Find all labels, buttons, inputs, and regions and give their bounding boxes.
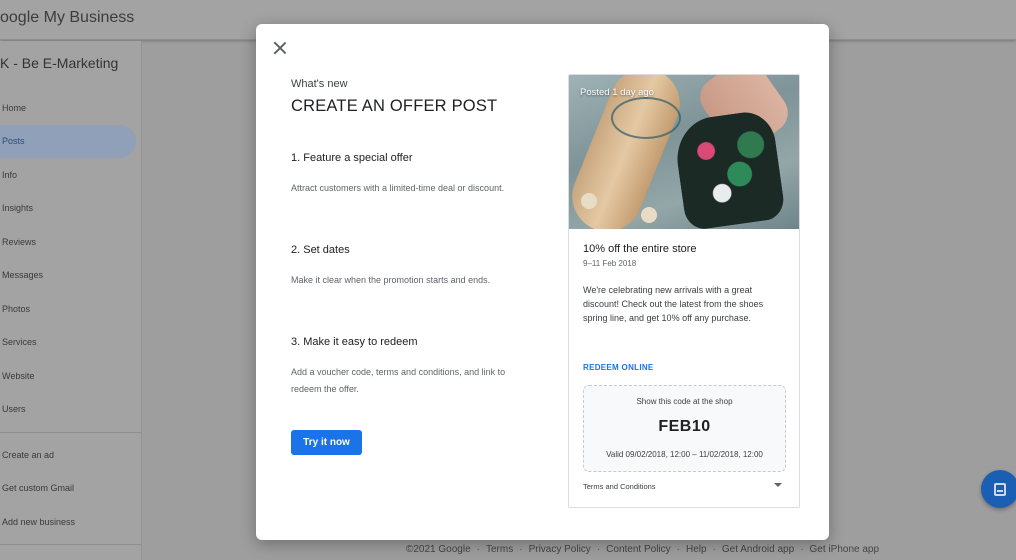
offer-preview-card: Posted 1 day ago 10% off the entire stor…	[568, 74, 800, 508]
sidebar-item-add-business[interactable]: Add new business	[0, 505, 136, 539]
step-2-description: Make it clear when the promotion starts …	[291, 275, 491, 285]
sidebar-item-create-ad[interactable]: Create an ad	[0, 438, 136, 472]
voucher-code-box: Show this code at the shop FEB10 Valid 0…	[583, 385, 786, 472]
sidebar-nav: Home Posts Info Insights Reviews Message…	[0, 91, 142, 426]
sidebar: K - Be E-Marketing Home Posts Info Insig…	[0, 41, 142, 560]
sidebar-item-users[interactable]: Users	[0, 393, 136, 427]
try-it-now-button[interactable]: Try it now	[291, 430, 362, 455]
voucher-code-label: Show this code at the shop	[636, 397, 733, 406]
footer-link-android[interactable]: Get Android app	[722, 544, 794, 555]
close-icon[interactable]	[273, 41, 287, 55]
offer-title: 10% off the entire store	[583, 243, 697, 255]
footer-separator: ·	[596, 544, 601, 555]
dialog-title: CREATE AN OFFER POST	[291, 97, 498, 115]
sidebar-item-insights[interactable]: Insights	[0, 192, 136, 226]
sidebar-item-info[interactable]: Info	[0, 158, 136, 192]
sidebar-item-services[interactable]: Services	[0, 326, 136, 360]
footer-link-help[interactable]: Help	[686, 544, 707, 555]
sidebar-item-photos[interactable]: Photos	[0, 292, 136, 326]
step-3-title: 3. Make it easy to redeem	[291, 336, 418, 348]
voucher-validity: Valid 09/02/2018, 12:00 – 11/02/2018, 12…	[606, 450, 763, 459]
sidebar-item-reviews[interactable]: Reviews	[0, 225, 136, 259]
sidebar-item-posts[interactable]: Posts	[0, 124, 136, 158]
voucher-code: FEB10	[658, 418, 711, 435]
sidebar-divider	[0, 544, 142, 545]
footer-separator: ·	[476, 544, 480, 555]
sidebar-secondary-nav: Create an ad Get custom Gmail Add new bu…	[0, 438, 142, 539]
footer-copyright: ©2021 Google	[406, 544, 471, 555]
wheel-graphic	[641, 207, 657, 223]
page-footer: ©2021 Google · Terms · Privacy Policy · …	[406, 544, 879, 555]
wheel-graphic	[581, 193, 597, 209]
step-2-title: 2. Set dates	[291, 244, 350, 256]
sidebar-item-custom-gmail[interactable]: Get custom Gmail	[0, 472, 136, 506]
footer-separator: ·	[712, 544, 716, 555]
posted-time: Posted 1 day ago	[580, 87, 654, 98]
sidebar-item-website[interactable]: Website	[0, 359, 136, 393]
step-1-title: 1. Feature a special offer	[291, 152, 413, 164]
footer-link-iphone[interactable]: Get iPhone app	[810, 544, 880, 555]
footer-link-content-policy[interactable]: Content Policy	[606, 544, 670, 555]
step-3-description: Add a voucher code, terms and conditions…	[291, 367, 506, 394]
footer-separator: ·	[800, 544, 804, 555]
redeem-online-link[interactable]: REDEEM ONLINE	[583, 363, 654, 372]
step-1-description: Attract customers with a limited-time de…	[291, 183, 505, 193]
business-name: K - Be E-Marketing	[0, 55, 119, 71]
sidebar-item-messages[interactable]: Messages	[0, 259, 136, 293]
offer-image: Posted 1 day ago	[569, 75, 799, 229]
dialog-eyebrow: What's new	[291, 78, 348, 90]
footer-link-privacy[interactable]: Privacy Policy	[529, 544, 591, 555]
whats-new-dialog: What's new CREATE AN OFFER POST 1. Featu…	[256, 24, 829, 540]
chevron-down-icon[interactable]	[774, 483, 782, 487]
feedback-fab-button[interactable]	[981, 470, 1016, 508]
sneaker-graphic	[671, 108, 787, 229]
footer-link-terms[interactable]: Terms	[486, 544, 513, 555]
feedback-icon	[994, 482, 1006, 496]
sidebar-divider	[0, 432, 142, 433]
board-logo-graphic	[611, 97, 681, 139]
sidebar-item-home[interactable]: Home	[0, 91, 136, 125]
terms-and-conditions[interactable]: Terms and Conditions	[583, 482, 656, 491]
offer-dates: 9–11 Feb 2018	[583, 259, 637, 268]
footer-separator: ·	[676, 544, 680, 555]
footer-separator: ·	[519, 544, 523, 555]
google-my-business-logo[interactable]: oogle My Business	[0, 9, 134, 27]
offer-description: We're celebrating new arrivals with a gr…	[583, 285, 764, 323]
